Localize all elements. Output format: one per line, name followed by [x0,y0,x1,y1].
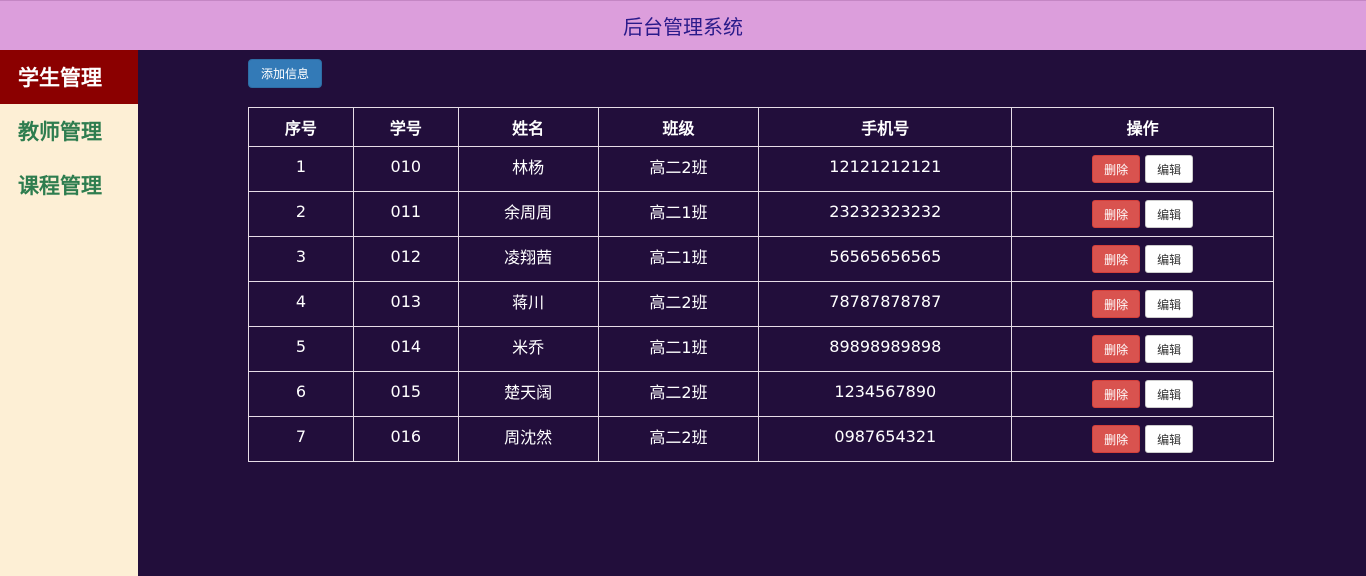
cell-index: 5 [248,326,354,372]
cell-student-id: 011 [352,191,459,237]
delete-button[interactable]: 删除 [1092,245,1141,273]
edit-button[interactable]: 编辑 [1145,245,1194,273]
cell-phone: 1234567890 [758,371,1013,417]
cell-phone: 23232323232 [758,191,1013,237]
sidebar-item-students[interactable]: 学生管理 [0,50,138,104]
table-row: 7 016 周沈然 高二2班 0987654321 删除 编辑 [248,416,1274,462]
column-header-actions: 操作 [1011,107,1274,147]
cell-actions: 删除 编辑 [1011,236,1274,282]
edit-button[interactable]: 编辑 [1145,290,1194,318]
table-row: 1 010 林杨 高二2班 12121212121 删除 编辑 [248,146,1274,192]
cell-class: 高二2班 [597,281,760,327]
cell-student-id: 016 [352,416,459,462]
cell-class: 高二2班 [597,371,760,417]
edit-button[interactable]: 编辑 [1145,380,1194,408]
cell-name: 余周周 [457,191,599,237]
delete-button[interactable]: 删除 [1092,425,1141,453]
table-row: 5 014 米乔 高二1班 89898989898 删除 编辑 [248,326,1274,372]
cell-actions: 删除 编辑 [1011,146,1274,192]
cell-index: 7 [248,416,354,462]
column-header-student-id: 学号 [352,107,459,147]
delete-button[interactable]: 删除 [1092,380,1141,408]
student-table: 序号 学号 姓名 班级 手机号 操作 1 010 林杨 高二2班 1212121… [248,107,1274,462]
app-title: 后台管理系统 [623,15,743,39]
column-header-index: 序号 [248,107,354,147]
edit-button[interactable]: 编辑 [1145,425,1194,453]
sidebar: 学生管理 教师管理 课程管理 [0,50,138,576]
cell-actions: 删除 编辑 [1011,281,1274,327]
cell-student-id: 010 [352,146,459,192]
cell-name: 楚天阔 [457,371,599,417]
edit-button[interactable]: 编辑 [1145,200,1194,228]
cell-class: 高二2班 [597,146,760,192]
cell-class: 高二1班 [597,236,760,282]
cell-name: 米乔 [457,326,599,372]
cell-student-id: 013 [352,281,459,327]
table-row: 6 015 楚天阔 高二2班 1234567890 删除 编辑 [248,371,1274,417]
cell-phone: 89898989898 [758,326,1013,372]
cell-index: 6 [248,371,354,417]
cell-name: 蒋川 [457,281,599,327]
cell-student-id: 015 [352,371,459,417]
cell-phone: 56565656565 [758,236,1013,282]
cell-student-id: 014 [352,326,459,372]
cell-phone: 0987654321 [758,416,1013,462]
header-bar: 后台管理系统 [0,0,1366,50]
sidebar-item-courses[interactable]: 课程管理 [0,158,138,212]
table-row: 3 012 凌翔茜 高二1班 56565656565 删除 编辑 [248,236,1274,282]
delete-button[interactable]: 删除 [1092,290,1141,318]
cell-name: 凌翔茜 [457,236,599,282]
cell-phone: 78787878787 [758,281,1013,327]
cell-class: 高二1班 [597,326,760,372]
cell-name: 周沈然 [457,416,599,462]
delete-button[interactable]: 删除 [1092,200,1141,228]
sidebar-item-teachers[interactable]: 教师管理 [0,104,138,158]
edit-button[interactable]: 编辑 [1145,155,1194,183]
cell-class: 高二1班 [597,191,760,237]
cell-name: 林杨 [457,146,599,192]
column-header-class: 班级 [597,107,760,147]
delete-button[interactable]: 删除 [1092,155,1141,183]
add-info-button[interactable]: 添加信息 [248,59,322,88]
edit-button[interactable]: 编辑 [1145,335,1194,363]
cell-actions: 删除 编辑 [1011,371,1274,417]
cell-index: 3 [248,236,354,282]
main-content: 添加信息 序号 学号 姓名 班级 手机号 操作 1 010 林杨 高二2班 12… [138,50,1366,576]
table-row: 4 013 蒋川 高二2班 78787878787 删除 编辑 [248,281,1274,327]
column-header-phone: 手机号 [758,107,1013,147]
table-header-row: 序号 学号 姓名 班级 手机号 操作 [248,107,1274,147]
delete-button[interactable]: 删除 [1092,335,1141,363]
column-header-name: 姓名 [457,107,599,147]
cell-index: 4 [248,281,354,327]
cell-class: 高二2班 [597,416,760,462]
cell-actions: 删除 编辑 [1011,326,1274,372]
cell-actions: 删除 编辑 [1011,191,1274,237]
cell-index: 1 [248,146,354,192]
cell-phone: 12121212121 [758,146,1013,192]
table-row: 2 011 余周周 高二1班 23232323232 删除 编辑 [248,191,1274,237]
cell-actions: 删除 编辑 [1011,416,1274,462]
cell-student-id: 012 [352,236,459,282]
cell-index: 2 [248,191,354,237]
